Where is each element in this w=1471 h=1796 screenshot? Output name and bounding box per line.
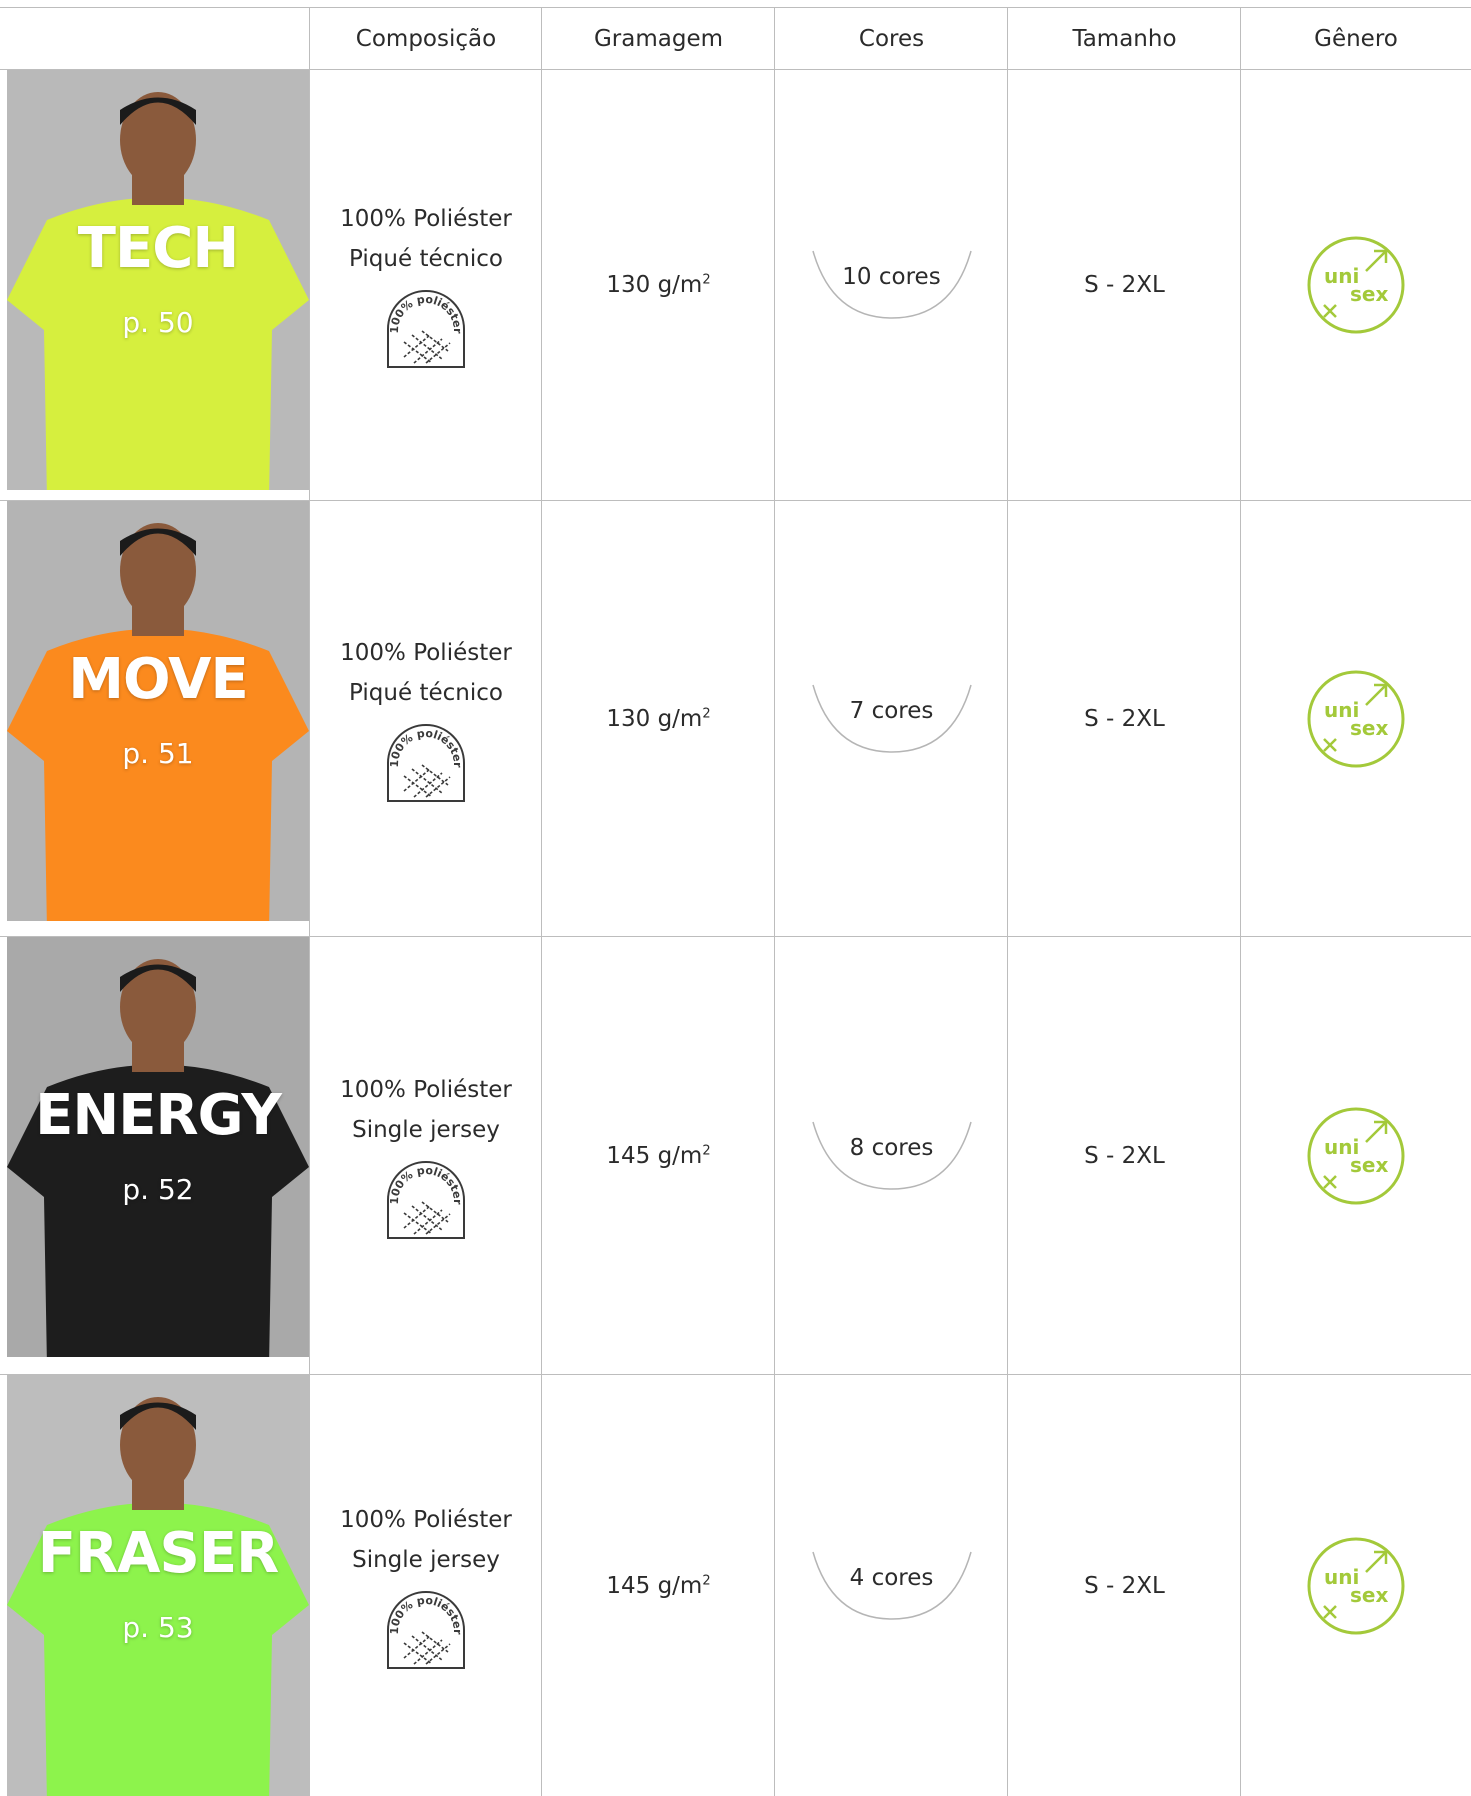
svg-text:100% poliéster: 100% poliéster	[388, 1163, 464, 1204]
product-page: p. 50	[122, 306, 194, 339]
table-row: MOVE p. 51 100% Poliéster Piqué técnico …	[0, 501, 1471, 936]
composition-cell: 100% Poliéster Single jersey 100% poliés…	[310, 937, 542, 1374]
unisex-icon: uni sex	[1307, 1537, 1405, 1634]
size-cell: S - 2XL	[1008, 937, 1241, 1374]
product-photo: MOVE p. 51	[7, 501, 309, 921]
composition-knit: Single jersey	[352, 1546, 500, 1573]
header-cores: Cores	[858, 25, 925, 52]
gender-cell: uni sex	[1241, 1375, 1471, 1796]
colors-count: 8 cores	[849, 1134, 934, 1161]
product-name: TECH	[77, 216, 239, 281]
product-name: FRASER	[37, 1521, 279, 1586]
size-cell: S - 2XL	[1008, 70, 1241, 500]
table-row: ENERGY p. 52 100% Poliéster Single jerse…	[0, 937, 1471, 1374]
composition-knit: Piqué técnico	[349, 246, 503, 272]
colors-count: 10 cores	[842, 264, 941, 290]
polyester-badge-icon: 100% poliéster	[387, 1160, 465, 1239]
colors-count: 7 cores	[849, 697, 934, 724]
svg-text:sex: sex	[1350, 282, 1388, 306]
composition-cell: 100% Poliéster Piqué técnico 100% poliés…	[310, 501, 542, 936]
composition-knit: Piqué técnico	[349, 679, 503, 706]
polyester-badge-icon: 100% poliéster	[387, 290, 465, 368]
svg-text:100% poliéster: 100% poliéster	[388, 293, 464, 334]
weight-value: 145 g/m	[606, 1572, 703, 1599]
svg-text:sex: sex	[1350, 1153, 1388, 1177]
gender-cell: uni sex	[1241, 501, 1471, 936]
colors-cell: 7 cores	[775, 501, 1008, 936]
weight-value: 145 g/m	[606, 1142, 703, 1169]
weight-cell: 145 g/m2	[542, 1375, 775, 1796]
composition-cell: 100% Poliéster Piqué técnico 100% poliés…	[310, 70, 542, 500]
composition-material: 100% Poliéster	[340, 1506, 512, 1533]
gender-cell: uni sex	[1241, 937, 1471, 1374]
size-range: S - 2XL	[1084, 705, 1165, 732]
weight-value: 130 g/m	[606, 705, 703, 732]
svg-text:100% poliéster: 100% poliéster	[388, 726, 464, 767]
product-photo: FRASER p. 53	[7, 1375, 309, 1796]
composition-material: 100% Poliéster	[340, 639, 512, 666]
svg-text:sex: sex	[1350, 1583, 1388, 1607]
composition-material: 100% Poliéster	[340, 206, 512, 232]
header-composicao: Composição	[355, 25, 497, 52]
composition-material: 100% Poliéster	[340, 1076, 512, 1103]
product-photo: ENERGY p. 52	[7, 937, 309, 1357]
header-tamanho: Tamanho	[1072, 25, 1177, 52]
size-cell: S - 2XL	[1008, 501, 1241, 936]
composition-cell: 100% Poliéster Single jersey 100% poliés…	[310, 1375, 542, 1796]
product-page: p. 53	[122, 1611, 194, 1644]
weight-unit-sup: 2	[702, 1572, 711, 1588]
gender-cell: uni sex	[1241, 70, 1471, 500]
weight-unit-sup: 2	[702, 1142, 711, 1158]
table-row: FRASER p. 53 100% Poliéster Single jerse…	[0, 1375, 1471, 1796]
weight-value: 130 g/m	[606, 272, 703, 298]
table-row: TECH p. 50 100% Poliéster Piqué técnico …	[0, 70, 1471, 500]
colors-count: 4 cores	[849, 1564, 934, 1591]
polyester-badge-icon: 100% poliéster	[387, 1590, 465, 1669]
product-page: p. 52	[122, 1173, 194, 1206]
weight-unit-sup: 2	[702, 705, 711, 721]
size-range: S - 2XL	[1084, 272, 1165, 298]
header-gramagem: Gramagem	[593, 25, 724, 52]
composition-knit: Single jersey	[352, 1116, 500, 1143]
product-name: MOVE	[68, 647, 248, 712]
weight-cell: 145 g/m2	[542, 937, 775, 1374]
weight-cell: 130 g/m2	[542, 70, 775, 500]
size-cell: S - 2XL	[1008, 1375, 1241, 1796]
svg-text:sex: sex	[1350, 716, 1388, 740]
weight-unit-sup: 2	[702, 272, 711, 288]
polyester-badge-icon: 100% poliéster	[387, 723, 465, 802]
product-page: p. 51	[122, 737, 194, 770]
weight-cell: 130 g/m2	[542, 501, 775, 936]
unisex-icon: uni sex	[1307, 670, 1405, 767]
size-range: S - 2XL	[1084, 1572, 1165, 1599]
product-photo: TECH p. 50	[7, 70, 309, 490]
unisex-icon: uni sex	[1307, 1107, 1405, 1204]
table-header: Composição Gramagem Cores Tamanho Gênero	[0, 8, 1471, 70]
colors-cell: 10 cores	[775, 70, 1008, 500]
header-genero: Gênero	[1314, 25, 1398, 52]
colors-cell: 4 cores	[775, 1375, 1008, 1796]
product-name: ENERGY	[35, 1083, 282, 1148]
unisex-icon: uni sex	[1307, 236, 1405, 334]
svg-text:100% poliéster: 100% poliéster	[388, 1593, 464, 1634]
colors-cell: 8 cores	[775, 937, 1008, 1374]
size-range: S - 2XL	[1084, 1142, 1165, 1169]
